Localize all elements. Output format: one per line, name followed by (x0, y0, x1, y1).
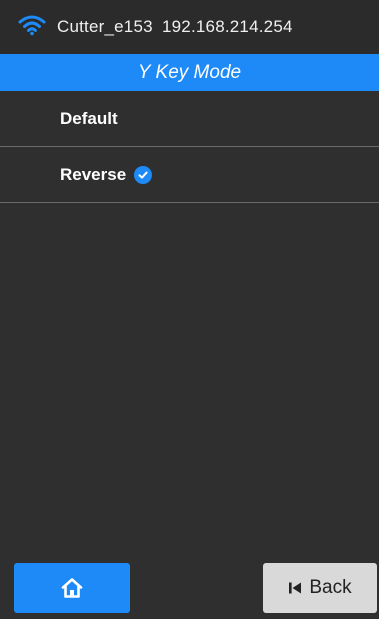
option-default-label: Default (60, 108, 118, 128)
page-title: Y Key Mode (0, 54, 379, 91)
back-button[interactable]: Back (263, 563, 377, 613)
option-reverse-label: Reverse (60, 164, 127, 184)
option-default[interactable]: Default (0, 91, 379, 147)
checkmark-icon (134, 165, 153, 184)
status-bar: Cutter_e153 192.168.214.254 (0, 0, 379, 54)
home-button[interactable] (14, 563, 130, 613)
skip-previous-icon (288, 581, 302, 595)
device-ip-address: 192.168.214.254 (162, 17, 293, 36)
wifi-icon (18, 15, 46, 36)
back-button-label: Back (309, 577, 352, 598)
option-list: Default Reverse (0, 91, 379, 203)
home-icon (61, 578, 83, 598)
device-name: Cutter_e153 (57, 17, 153, 36)
option-reverse[interactable]: Reverse (0, 147, 379, 203)
